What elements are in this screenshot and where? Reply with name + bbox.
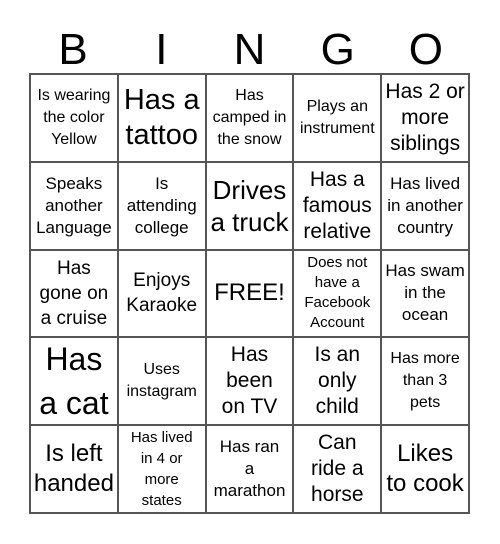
bingo-cell[interactable]: Is attending college (117, 161, 206, 250)
bingo-cell[interactable]: Has lived in 4 or more states (117, 425, 206, 513)
bingo-cell[interactable]: Has a tattoo (117, 74, 206, 162)
bingo-cell[interactable]: Has a cat (30, 337, 118, 426)
header-letter-b: B (58, 25, 88, 74)
bingo-cell[interactable]: Has lived in another country (381, 161, 469, 250)
bingo-header: B I N G O (29, 28, 470, 72)
bingo-board: Is wearing the color Yellow Has a tattoo… (29, 73, 470, 514)
bingo-cell[interactable]: Can ride a horse (293, 425, 382, 513)
bingo-cell[interactable]: Has ran a marathon (205, 425, 294, 513)
bingo-cell[interactable]: Has more than 3 pets (381, 337, 469, 426)
bingo-cell[interactable]: Drives a truck (205, 161, 294, 250)
bingo-cell[interactable]: Has 2 or more siblings (381, 74, 469, 162)
header-letter-g: G (320, 25, 355, 74)
header-letter-o: O (408, 25, 444, 74)
free-space[interactable]: FREE! (205, 249, 294, 338)
bingo-cell[interactable]: Has a famous relative (293, 161, 382, 250)
bingo-cell[interactable]: Is wearing the color Yellow (30, 74, 118, 162)
bingo-cell[interactable]: Likes to cook (381, 425, 469, 513)
header-letter-i: I (155, 25, 168, 74)
bingo-cell[interactable]: Does not have a Facebook Account (293, 249, 382, 338)
bingo-cell[interactable]: Speaks another Language (30, 161, 118, 250)
bingo-cell[interactable]: Uses instagram (117, 337, 206, 426)
bingo-cell[interactable]: Has gone on a cruise (30, 249, 118, 338)
bingo-cell[interactable]: Is an only child (293, 337, 382, 426)
header-letter-n: N (233, 25, 266, 74)
bingo-cell[interactable]: Plays an instrument (293, 74, 382, 162)
bingo-cell[interactable]: Enjoys Karaoke (117, 249, 206, 338)
bingo-cell[interactable]: Has swam in the ocean (381, 249, 469, 338)
bingo-cell[interactable]: Is left handed (30, 425, 118, 513)
bingo-cell[interactable]: Has been on TV (205, 337, 294, 426)
bingo-cell[interactable]: Has camped in the snow (205, 74, 294, 162)
